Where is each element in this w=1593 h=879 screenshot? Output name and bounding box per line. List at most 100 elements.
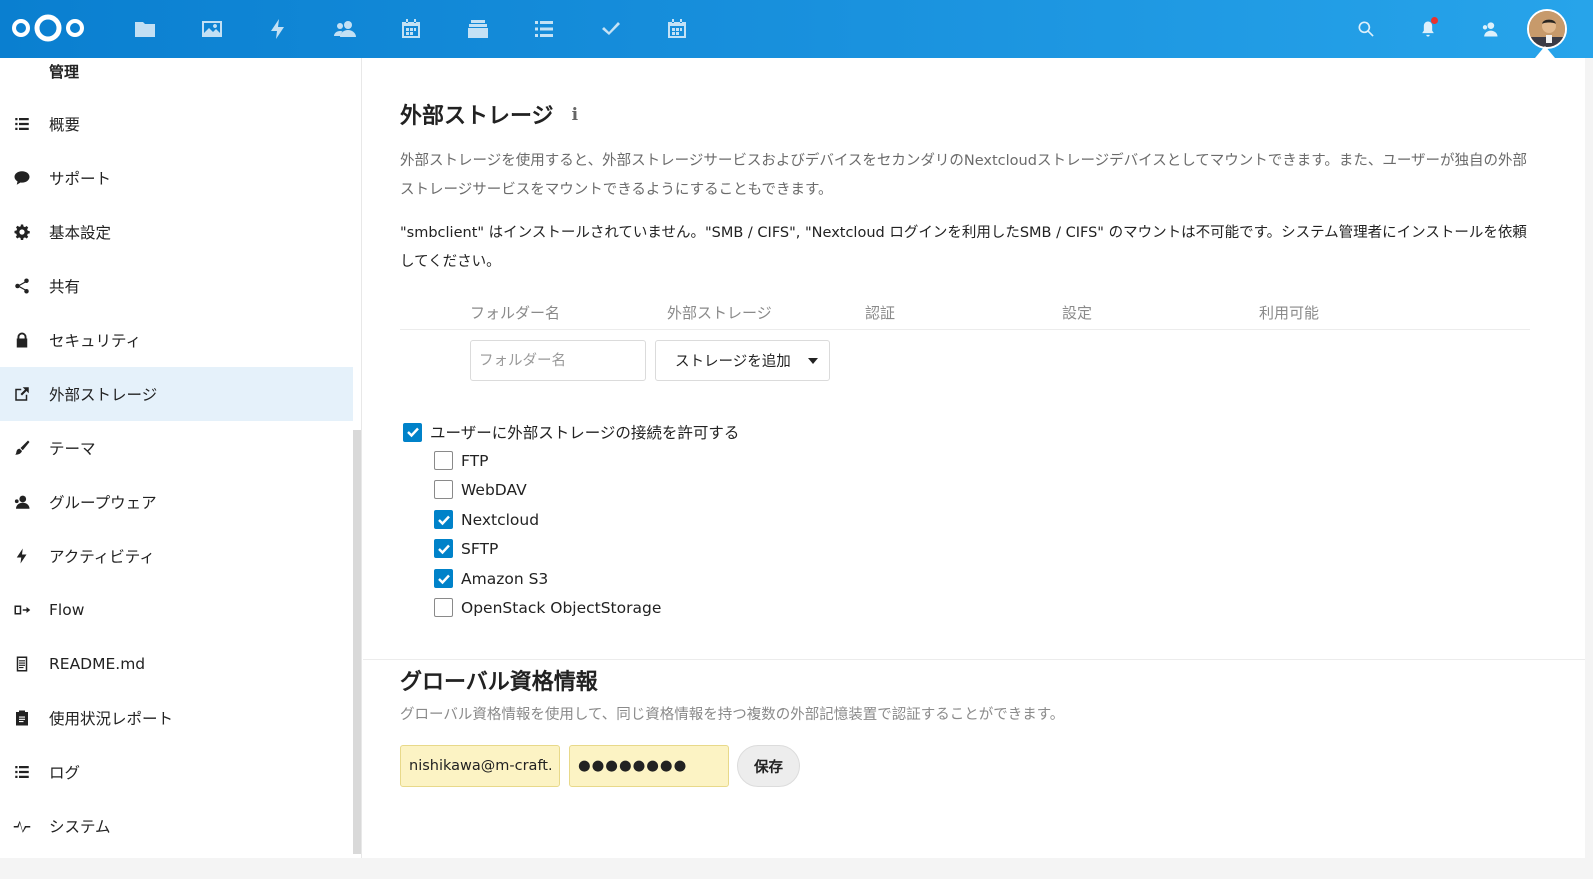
external-link-icon (12, 384, 32, 404)
image-icon (201, 21, 222, 37)
sidebar-item-label: Flow (49, 601, 85, 619)
sidebar-item-flow[interactable]: Flow (0, 583, 353, 637)
add-storage-label: ストレージを追加 (675, 354, 791, 370)
section-description: 外部ストレージを使用すると、外部ストレージサービスおよびデバイスをセカンダリのN… (400, 153, 1528, 198)
app-files[interactable] (112, 0, 179, 58)
save-button[interactable]: 保存 (737, 745, 800, 787)
external-storage-section-title: 外部ストレージ i (400, 98, 586, 130)
deck-icon (467, 20, 488, 38)
list-icon (12, 114, 32, 134)
app-contacts[interactable] (312, 0, 379, 58)
app-navigation (112, 0, 711, 58)
app-calendar[interactable] (378, 0, 445, 58)
sidebar-item-readme[interactable]: README.md (0, 637, 353, 691)
backend-sftp-checkbox[interactable]: SFTP (434, 539, 498, 558)
checkbox-unchecked[interactable] (434, 598, 453, 617)
backend-ftp-checkbox[interactable]: FTP (434, 451, 488, 470)
clipboard-icon (12, 708, 32, 728)
sidebar-item-logging[interactable]: ログ (0, 745, 353, 799)
checkbox-label: FTP (461, 451, 489, 470)
window-bottom-edge (0, 858, 1593, 879)
checkbox-label: WebDAV (461, 480, 527, 499)
checkmark-icon (601, 22, 620, 35)
groupware-icon (12, 492, 32, 512)
sidebar-heading: 管理 (49, 63, 80, 81)
checkbox-label: SFTP (461, 539, 499, 558)
sidebar-item-label: サポート (49, 170, 112, 188)
sidebar-item-label: ログ (49, 764, 81, 782)
gear-icon (12, 222, 32, 242)
checkbox-checked[interactable] (434, 539, 453, 558)
app-activity[interactable] (245, 0, 312, 58)
sidebar-list: 概要 サポート 基本設定 共有 セキュリティ 外部ストレージ テーマ グループウ… (0, 97, 353, 853)
sidebar-item-groupware[interactable]: グループウェア (0, 475, 353, 529)
sidebar-item-label: README.md (49, 655, 146, 673)
folder-name-input[interactable] (470, 340, 646, 381)
app-calendar-2[interactable] (644, 0, 711, 58)
col-folder-name: フォルダー名 (470, 304, 561, 322)
checkbox-checked[interactable] (403, 422, 422, 442)
search-icon (1358, 21, 1374, 37)
credentials-password-input[interactable] (569, 745, 729, 787)
search-button[interactable] (1335, 0, 1397, 58)
lightning-icon (271, 19, 285, 39)
nextcloud-logo[interactable] (10, 12, 86, 44)
backend-webdav-checkbox[interactable]: WebDAV (434, 480, 527, 499)
sidebar-item-system[interactable]: システム (0, 799, 353, 853)
checkbox-unchecked[interactable] (434, 451, 453, 470)
sidebar-item-sharing[interactable]: 共有 (0, 259, 353, 313)
col-configuration: 設定 (1062, 304, 1093, 322)
flow-icon (12, 600, 32, 620)
list-icon (535, 21, 554, 37)
page-scrollbar[interactable] (1585, 58, 1593, 879)
calendar-icon (402, 19, 421, 38)
backend-nextcloud-checkbox[interactable]: Nextcloud (434, 510, 539, 529)
info-icon[interactable]: i (572, 105, 586, 125)
sidebar-item-basic-settings[interactable]: 基本設定 (0, 205, 353, 259)
sidebar-item-label: システム (49, 818, 111, 836)
app-photos[interactable] (179, 0, 246, 58)
sidebar-item-overview[interactable]: 概要 (0, 97, 353, 151)
notifications-button[interactable] (1397, 0, 1459, 58)
sidebar-item-label: アクティビティ (49, 548, 155, 566)
sidebar-item-external-storage[interactable]: 外部ストレージ (0, 367, 353, 421)
checkbox-label: Nextcloud (461, 510, 540, 529)
checkbox-label: ユーザーに外部ストレージの接続を許可する (430, 424, 740, 442)
add-storage-select[interactable]: ストレージを追加 (655, 340, 830, 381)
sidebar-item-security[interactable]: セキュリティ (0, 313, 353, 367)
sidebar-item-label: 共有 (49, 278, 81, 296)
sidebar-item-activity[interactable]: アクティビティ (0, 529, 353, 583)
checkbox-label: Amazon S3 (461, 569, 549, 588)
backend-amazon-s3-checkbox[interactable]: Amazon S3 (434, 569, 548, 588)
allow-user-mount-checkbox[interactable]: ユーザーに外部ストレージの接続を許可する (403, 421, 739, 443)
checkbox-checked[interactable] (434, 510, 453, 529)
contacts-menu-button[interactable] (1459, 0, 1521, 58)
mounts-table-header: フォルダー名 外部ストレージ 認証 設定 利用可能 (400, 298, 1530, 330)
app-tasks[interactable] (578, 0, 645, 58)
global-credentials-description: グローバル資格情報を使用して、同じ資格情報を持つ複数の外部記憶装置で認証すること… (400, 707, 1065, 723)
sidebar-item-theming[interactable]: テーマ (0, 421, 353, 475)
sidebar-item-support[interactable]: サポート (0, 151, 353, 205)
col-external-storage: 外部ストレージ (667, 304, 772, 322)
share-icon (12, 276, 32, 296)
notification-dot (1431, 17, 1438, 24)
user-avatar[interactable] (1527, 9, 1567, 49)
app-deck[interactable] (445, 0, 512, 58)
sidebar-item-usage-report[interactable]: 使用状況レポート (0, 691, 353, 745)
chevron-down-icon (808, 358, 818, 364)
document-icon (12, 654, 32, 674)
backend-openstack-checkbox[interactable]: OpenStack ObjectStorage (434, 598, 661, 617)
sidebar-item-label: 使用状況レポート (49, 710, 174, 728)
credentials-username-input[interactable] (400, 745, 560, 787)
sidebar-item-label: 外部ストレージ (49, 386, 158, 404)
checkbox-unchecked[interactable] (434, 480, 453, 499)
lock-icon (12, 330, 32, 350)
sidebar-item-label: グループウェア (49, 494, 157, 512)
checkbox-checked[interactable] (434, 569, 453, 588)
top-header (0, 0, 1593, 58)
app-list[interactable] (511, 0, 578, 58)
page-title: 外部ストレージ (400, 104, 554, 129)
contacts-icon (1482, 22, 1498, 37)
sidebar-scrollbar[interactable] (353, 430, 361, 854)
avatar-image (1529, 11, 1565, 47)
